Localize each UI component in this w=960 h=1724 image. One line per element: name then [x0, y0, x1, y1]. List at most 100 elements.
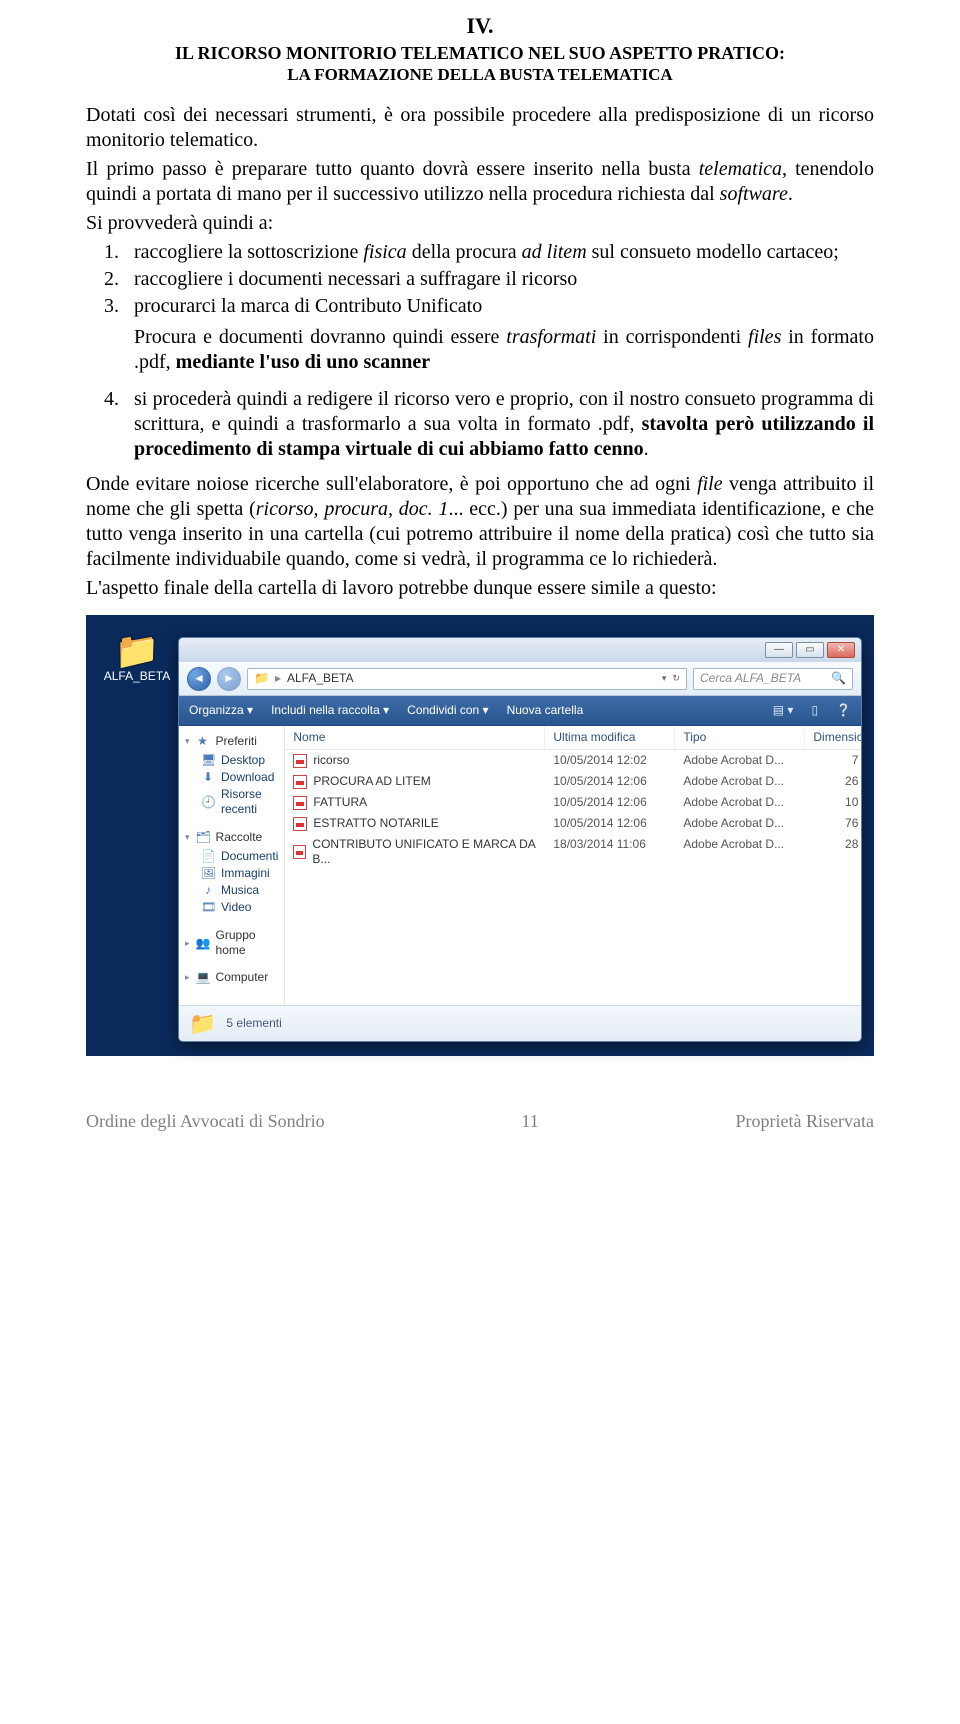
- forward-button[interactable]: ►: [217, 667, 241, 691]
- content-area: ▾★Preferiti 🖥Desktop ⬇ Download 🕘 Risorse …: [179, 726, 861, 1005]
- file-type: Adobe Acrobat D...: [675, 836, 805, 868]
- sidebar: ▾★Preferiti 🖥Desktop ⬇ Download 🕘 Risorse …: [179, 726, 285, 1005]
- list-num: 3.: [86, 294, 134, 319]
- file-type: Adobe Acrobat D...: [675, 794, 805, 811]
- view-mode-button[interactable]: ▤ ▾: [773, 703, 794, 718]
- table-row[interactable]: ESTRATTO NOTARILE 10/05/2014 12:06 Adobe…: [285, 813, 862, 834]
- pdf-icon: [293, 796, 307, 810]
- refresh-icon[interactable]: ↻: [672, 673, 680, 684]
- text-italic: fisica: [363, 241, 406, 263]
- text: .: [788, 183, 793, 205]
- col-date[interactable]: Ultima modifica: [545, 726, 675, 749]
- col-name[interactable]: Nome: [285, 726, 545, 749]
- sidebar-download[interactable]: ⬇ Download: [185, 769, 278, 786]
- col-size[interactable]: Dimensione: [805, 726, 862, 749]
- breadcrumb-label: ALFA_BETA: [287, 671, 353, 686]
- sidebar-gruppo-home[interactable]: ▸👥Gruppo home: [185, 928, 278, 958]
- back-button[interactable]: ◄: [187, 667, 211, 691]
- maximize-button[interactable]: ▭: [796, 642, 824, 658]
- navbar: ◄ ► 📁 ▸ ALFA_BETA ▾ ↻ Cerca ALFA_BETA 🔍: [179, 662, 861, 696]
- file-date: 18/03/2014 11:06: [545, 836, 675, 868]
- list-item: 4. si procederà quindi a redigere il ric…: [86, 387, 874, 462]
- text-italic: files: [748, 326, 781, 348]
- col-type[interactable]: Tipo: [675, 726, 805, 749]
- text-italic: file: [697, 473, 723, 495]
- list-body: procurarci la marca di Contributo Unific…: [134, 294, 874, 319]
- text-bold: mediante l'uso di uno scanner: [176, 351, 430, 373]
- file-size: 76 KB: [805, 815, 862, 832]
- heading-line-2: LA FORMAZIONE DELLA BUSTA TELEMATICA: [86, 64, 874, 85]
- sidebar-preferiti[interactable]: ▾★Preferiti: [185, 734, 278, 749]
- sidebar-recenti[interactable]: 🕘 Risorse recenti: [185, 786, 278, 818]
- table-row[interactable]: PROCURA AD LITEM 10/05/2014 12:06 Adobe …: [285, 771, 862, 792]
- indent-para: Procura e documenti dovranno quindi esse…: [134, 325, 874, 375]
- sidebar-computer[interactable]: ▸💻Computer: [185, 970, 278, 985]
- sidebar-label: Preferiti: [216, 734, 257, 749]
- pdf-icon: [293, 775, 307, 789]
- text: Procura e documenti dovranno quindi esse…: [134, 326, 506, 348]
- preview-pane-button[interactable]: ▯: [811, 703, 818, 718]
- text: in corrispondenti: [596, 326, 748, 348]
- libraries-icon: 🗂: [196, 830, 210, 845]
- breadcrumb[interactable]: 📁 ▸ ALFA_BETA ▾ ↻: [247, 668, 687, 690]
- tool-organizza[interactable]: Organizza ▾: [189, 703, 253, 718]
- sidebar-label: Risorse recenti: [221, 787, 278, 817]
- file-size: 26 KB: [805, 773, 862, 790]
- desktop-folder-icon[interactable]: 📁 ALFA_BETA: [102, 633, 172, 684]
- folder-icon: 📁: [254, 671, 269, 686]
- file-name: ricorso: [313, 753, 349, 768]
- list-body: si procederà quindi a redigere il ricors…: [134, 387, 874, 462]
- list-item: 3. procurarci la marca di Contributo Uni…: [86, 294, 874, 319]
- pdf-icon: [293, 845, 306, 859]
- sidebar-immagini[interactable]: 🖼Immagini: [185, 865, 278, 882]
- music-icon: ♪: [201, 883, 215, 898]
- table-row[interactable]: FATTURA 10/05/2014 12:06 Adobe Acrobat D…: [285, 792, 862, 813]
- tool-nuova-cartella[interactable]: Nuova cartella: [507, 703, 584, 718]
- sidebar-musica[interactable]: ♪Musica: [185, 882, 278, 899]
- sidebar-desktop[interactable]: 🖥Desktop: [185, 752, 278, 769]
- explorer-window: — ▭ ✕ ◄ ► 📁 ▸ ALFA_BETA ▾ ↻ Cerca ALFA_B…: [178, 637, 862, 1042]
- text-italic: ad litem: [522, 241, 587, 263]
- titlebar: — ▭ ✕: [179, 638, 861, 662]
- file-type: Adobe Acrobat D...: [675, 773, 805, 790]
- list-num: 4.: [86, 387, 134, 462]
- close-button[interactable]: ✕: [827, 642, 855, 658]
- status-text: 5 elementi: [226, 1016, 281, 1031]
- chevron-right-icon: ▸: [275, 671, 281, 686]
- download-icon: ⬇: [201, 770, 215, 785]
- file-name: FATTURA: [313, 795, 367, 810]
- sidebar-video[interactable]: 🎞Video: [185, 899, 278, 916]
- table-row[interactable]: ricorso 10/05/2014 12:02 Adobe Acrobat D…: [285, 750, 862, 771]
- file-date: 10/05/2014 12:02: [545, 752, 675, 769]
- search-input[interactable]: Cerca ALFA_BETA 🔍: [693, 668, 853, 690]
- documents-icon: 📄: [201, 849, 215, 864]
- text: Il primo passo è preparare tutto quanto …: [86, 158, 699, 180]
- minimize-button[interactable]: —: [765, 642, 793, 658]
- file-size: 10 KB: [805, 794, 862, 811]
- footer-page-number: 11: [521, 1110, 538, 1133]
- recent-icon: 🕘: [201, 795, 215, 810]
- sidebar-documenti[interactable]: 📄Documenti: [185, 848, 278, 865]
- ordered-list: 1. raccogliere la sottoscrizione fisica …: [86, 240, 874, 319]
- tool-includi[interactable]: Includi nella raccolta ▾: [271, 703, 389, 718]
- text: Onde evitare noiose ricerche sull'elabor…: [86, 473, 697, 495]
- pdf-icon: [293, 817, 307, 831]
- column-headers[interactable]: Nome Ultima modifica Tipo Dimensione: [285, 726, 862, 750]
- sidebar-label: Download: [221, 770, 274, 785]
- sidebar-label: Desktop: [221, 753, 265, 768]
- page-footer: Ordine degli Avvocati di Sondrio 11 Prop…: [86, 1110, 874, 1133]
- text-italic: telematica: [699, 158, 782, 180]
- text: raccogliere la sottoscrizione: [134, 241, 363, 263]
- help-button[interactable]: ❔: [836, 703, 851, 718]
- file-date: 10/05/2014 12:06: [545, 815, 675, 832]
- para-intro-2: Il primo passo è preparare tutto quanto …: [86, 157, 874, 207]
- sidebar-label: Video: [221, 900, 251, 915]
- list-item: 1. raccogliere la sottoscrizione fisica …: [86, 240, 874, 265]
- desktop-background: 📁 ALFA_BETA — ▭ ✕ ◄ ► 📁 ▸ ALFA_BETA ▾ ↻ …: [86, 615, 874, 1056]
- table-row[interactable]: CONTRIBUTO UNIFICATO E MARCA DA B... 18/…: [285, 834, 862, 870]
- chevron-down-icon[interactable]: ▾: [662, 673, 667, 684]
- tool-condividi[interactable]: Condividi con ▾: [407, 703, 488, 718]
- sidebar-raccolte[interactable]: ▾🗂Raccolte: [185, 830, 278, 845]
- para-intro-3: Si provvederà quindi a:: [86, 211, 874, 236]
- para-3: L'aspetto finale della cartella di lavor…: [86, 576, 874, 601]
